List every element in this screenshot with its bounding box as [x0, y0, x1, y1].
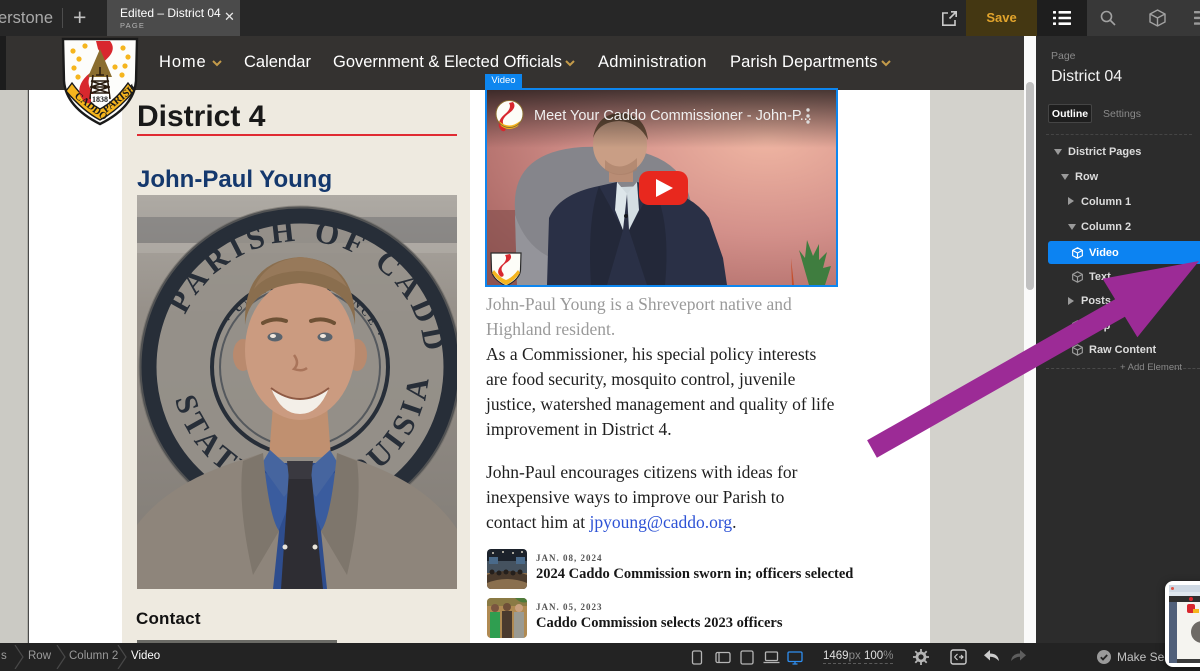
svg-text:Meet Your Caddo Commissioner -: Meet Your Caddo Commissioner - John-P... [534, 108, 812, 124]
